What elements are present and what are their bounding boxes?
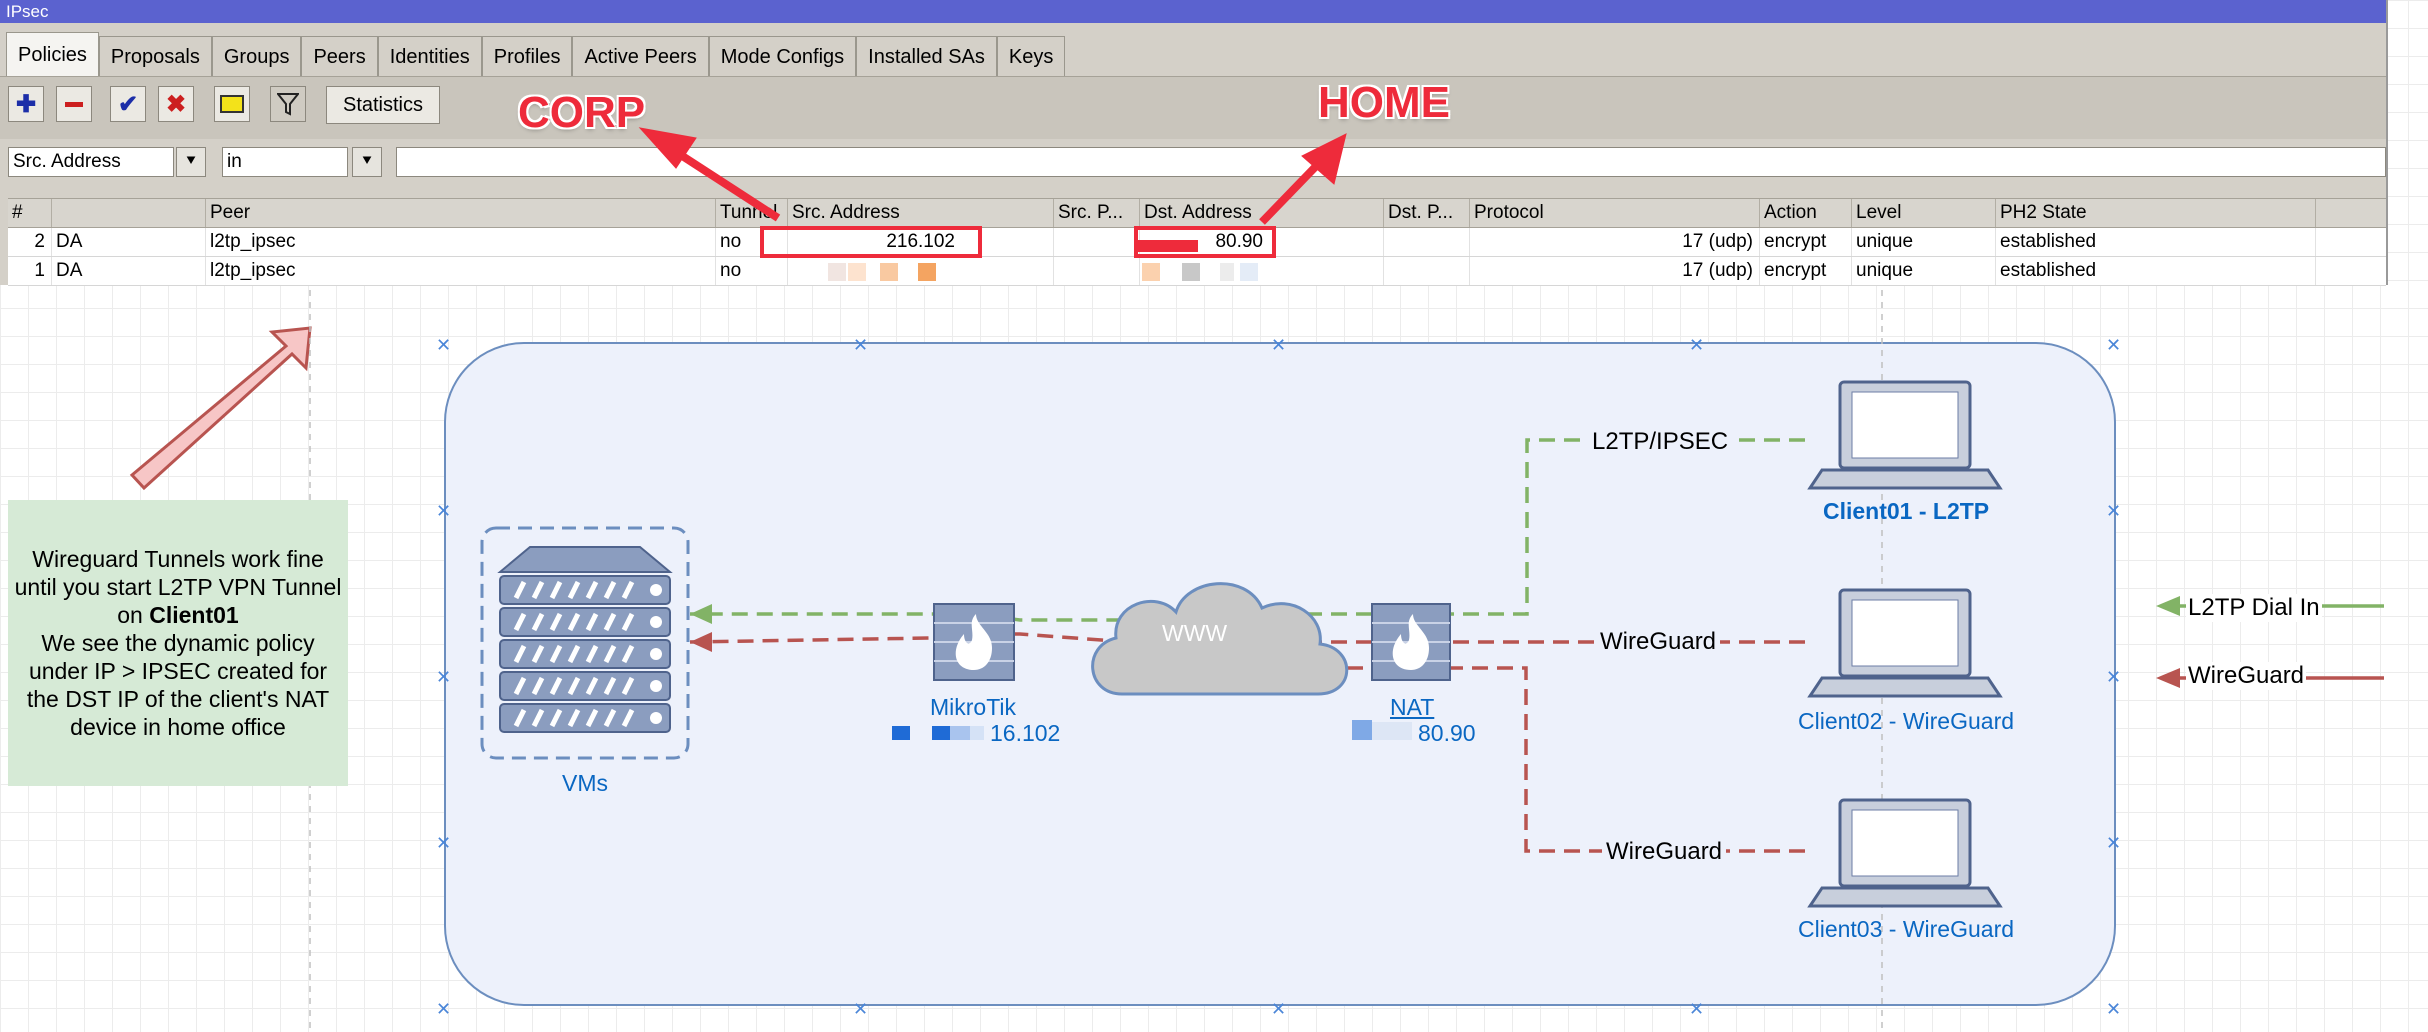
- client03-laptop-icon: [1807, 798, 2003, 908]
- explanation-note: Wireguard Tunnels work fine until you st…: [8, 500, 348, 786]
- corp-arrow: [638, 127, 781, 222]
- l2tp-arrowhead: [690, 604, 712, 624]
- selection-handle: ✕: [1271, 335, 1287, 355]
- l2tp-link-label: L2TP/IPSEC: [1588, 428, 1733, 456]
- selection-handle: ✕: [1271, 999, 1287, 1019]
- mikrotik-label: MikroTik: [930, 694, 1017, 720]
- diagram-graphics: [129, 127, 2384, 1032]
- selection-handle: ✕: [436, 501, 452, 521]
- cloud-label: WWW: [1162, 620, 1228, 646]
- legend-l2tp-label: L2TP Dial In: [2186, 594, 2322, 622]
- selection-handle: ✕: [853, 335, 869, 355]
- selection-handle: ✕: [436, 833, 452, 853]
- pointer-arrow: [129, 326, 312, 491]
- mikrotik-firewall-icon: [933, 603, 1015, 681]
- selection-handle: ✕: [1689, 999, 1705, 1019]
- vms-server-icon: [480, 526, 690, 760]
- vms-label: VMs: [562, 770, 608, 796]
- note-client-name: Client01: [149, 602, 239, 628]
- selection-handle: ✕: [2106, 501, 2122, 521]
- client03-label: Client03 - WireGuard: [1798, 916, 2015, 942]
- nat-firewall-icon: [1371, 603, 1451, 681]
- selection-handle: ✕: [436, 999, 452, 1019]
- legend-wireguard-label: WireGuard: [2186, 662, 2307, 690]
- client02-laptop-icon: [1807, 588, 2003, 698]
- wireguard-arrowhead: [690, 632, 712, 652]
- selection-handle: ✕: [853, 999, 869, 1019]
- note-text-2: We see the dynamic policy under IP > IPS…: [26, 630, 330, 740]
- selection-handle: ✕: [2106, 335, 2122, 355]
- wireguard-link-label-1: WireGuard: [1596, 628, 1721, 656]
- client01-laptop-icon: [1807, 380, 2003, 490]
- mikrotik-ip-label: 16.102: [990, 720, 1061, 746]
- client01-label: Client01 - L2TP: [1823, 498, 1990, 524]
- home-arrow: [1259, 133, 1347, 225]
- nat-ip-label: 80.90: [1418, 720, 1476, 746]
- selection-handle: ✕: [1689, 335, 1705, 355]
- selection-handle: ✕: [436, 667, 452, 687]
- wireguard-link-label-2: WireGuard: [1602, 838, 1727, 866]
- selection-handle: ✕: [436, 335, 452, 355]
- nat-label: NAT: [1390, 694, 1435, 720]
- selection-handle: ✕: [2106, 833, 2122, 853]
- selection-handle: ✕: [2106, 999, 2122, 1019]
- client02-label: Client02 - WireGuard: [1798, 708, 2015, 734]
- selection-handle: ✕: [2106, 667, 2122, 687]
